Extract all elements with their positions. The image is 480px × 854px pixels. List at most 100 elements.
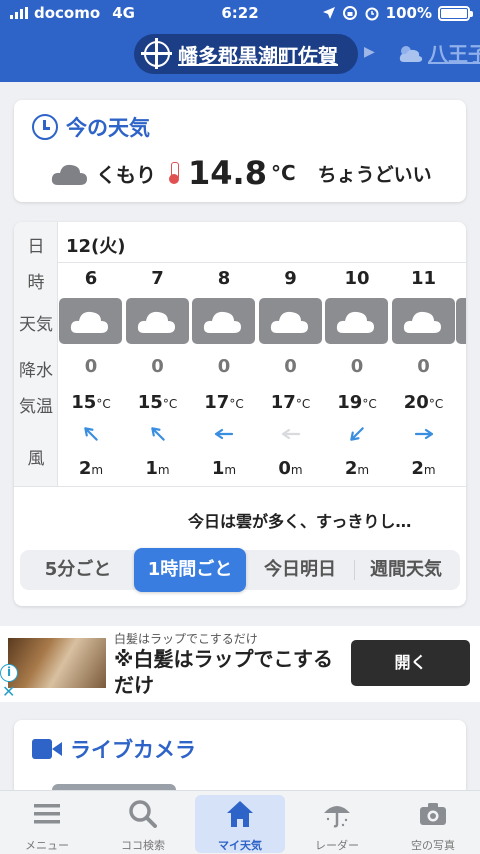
hour-label: 7 xyxy=(151,268,164,289)
hour-label: 6 xyxy=(84,268,98,289)
cloud-icon xyxy=(403,311,441,333)
tab-hourly[interactable]: 1時間ごと xyxy=(134,548,246,592)
hour-column: 10 0 19°C 2m xyxy=(324,222,390,486)
ad-headline[interactable]: ※白髪はラップでこするだけ xyxy=(114,646,334,698)
ad-close-icon[interactable]: ✕ xyxy=(2,682,15,701)
wind-unit: m xyxy=(224,463,237,477)
wind-unit: m xyxy=(290,463,303,477)
precip-value: 0 xyxy=(151,356,164,377)
cloud-icon xyxy=(336,311,374,333)
wind-unit: m xyxy=(357,463,370,477)
ad-image[interactable] xyxy=(8,638,106,688)
wind-unit: m xyxy=(91,463,104,477)
precip-value: 0 xyxy=(284,356,297,377)
tab-label: メニュー xyxy=(25,839,69,852)
cloud-icon xyxy=(70,311,108,333)
wind-direction-icon xyxy=(414,428,433,440)
wind-unit: m xyxy=(157,463,170,477)
location-name: 幡多郡黒潮町佐賀 xyxy=(178,43,338,68)
hour-column: 7 0 15°C 1m xyxy=(125,222,191,486)
radar-umbrella-icon xyxy=(324,806,350,828)
temp-number: 17 xyxy=(270,392,296,413)
temp-unit: °C xyxy=(295,397,311,411)
ad-open-button[interactable]: 開く xyxy=(351,640,470,686)
app-header: docomo 4G 6:22 100% 幡多郡黒潮町佐賀 ▶ 八王子 xyxy=(0,0,480,82)
wind-value: 2m xyxy=(58,458,124,479)
video-camera-icon xyxy=(32,739,62,759)
wind-value: 2m xyxy=(324,458,390,479)
tab-label: ココ検索 xyxy=(121,839,165,852)
temp-unit: °C xyxy=(428,397,444,411)
hour-label: 9 xyxy=(284,268,297,289)
temp-value: 15°C xyxy=(58,392,124,413)
hour-column: 8 0 17°C 1m xyxy=(191,222,257,486)
temp-value: 19°C xyxy=(324,392,390,413)
temp-unit: °C xyxy=(362,397,377,411)
battery-icon xyxy=(438,5,473,21)
tab-sky-photos[interactable]: 空の写真 xyxy=(388,791,478,854)
wind-direction-icon xyxy=(150,427,165,441)
tab-my-weather[interactable]: マイ天気 xyxy=(195,795,285,853)
wind-value: 1m xyxy=(125,458,191,479)
rotation-lock-icon xyxy=(342,6,357,20)
wind-direction-icon xyxy=(214,428,234,440)
clock-icon xyxy=(32,114,58,140)
tab-5min[interactable]: 5分ごと xyxy=(26,550,130,590)
camera-icon xyxy=(420,803,446,825)
current-condition: くもり xyxy=(96,162,156,187)
hour-column: 11 0 20°C 2m xyxy=(391,222,457,486)
cloudy-tile xyxy=(125,298,189,344)
tab-label: レーダー xyxy=(315,839,359,852)
wind-number: 2 xyxy=(344,458,358,479)
current-location-button[interactable]: 幡多郡黒潮町佐賀 xyxy=(134,34,358,74)
alarm-icon xyxy=(365,7,379,21)
battery-percent: 100% xyxy=(385,4,432,22)
tab-radar[interactable]: レーダー xyxy=(292,791,382,854)
ad-info-icon[interactable]: i xyxy=(0,664,18,682)
tab-weekly[interactable]: 週間天気 xyxy=(356,550,456,590)
forecast-comment[interactable]: 今日は雲が多く、すっきりし… xyxy=(188,508,411,532)
precip-value: 0 xyxy=(217,356,231,377)
hour-label: 10 xyxy=(344,268,370,289)
hourly-forecast-card: 日 時 天気 降水 気温 風 12(火) 6 0 15°C 2m 7 0 15°C 1m 8 0 1… xyxy=(14,222,466,606)
label-hour: 時 xyxy=(27,273,45,293)
temp-unit: °C xyxy=(162,397,178,411)
divider xyxy=(354,560,355,580)
cloud-icon xyxy=(51,164,87,185)
tab-today-tomorrow[interactable]: 今日明日 xyxy=(250,550,350,590)
forecast-mode-tabs: 5分ごと 1時間ごと 今日明日 週間天気 xyxy=(20,548,460,592)
cloudy-tile xyxy=(325,298,388,344)
chevron-right-icon[interactable]: ▶ xyxy=(364,44,375,60)
cloud-icon xyxy=(270,311,308,333)
cloudy-tile xyxy=(59,298,122,344)
bottom-tab-bar: メニュー ココ検索 マイ天気 レーダー 空の写真 xyxy=(0,790,480,854)
crosshair-icon xyxy=(141,38,172,69)
wind-number: 2 xyxy=(411,458,424,479)
hour-label: 8 xyxy=(217,268,231,289)
hour-column: 9 0 17°C 0m xyxy=(258,222,324,486)
cloudy-tile xyxy=(192,298,255,344)
temp-unit: °C xyxy=(229,397,244,411)
wind-unit: m xyxy=(423,463,436,477)
label-day: 日 xyxy=(27,237,45,257)
wind-number: 1 xyxy=(145,458,158,479)
wind-direction-icon xyxy=(84,427,98,441)
cloud-icon xyxy=(203,311,241,333)
temp-number: 15 xyxy=(137,392,163,413)
divider xyxy=(14,486,466,487)
weather-tile-partial xyxy=(456,298,466,344)
current-temperature: 14.8 xyxy=(188,154,267,192)
wind-value: 2m xyxy=(391,458,457,479)
tab-menu[interactable]: メニュー xyxy=(2,791,92,854)
cloudy-tile xyxy=(258,298,322,344)
ad-advertiser: 白髪はラップでこするだけ xyxy=(114,632,258,646)
ad-banner[interactable]: i ✕ 白髪はラップでこするだけ ※白髪はラップでこするだけ 開く xyxy=(0,626,480,702)
temp-value: 20°C xyxy=(391,392,457,413)
current-weather-card[interactable]: 今の天気 くもり 14.8 °C ちょうどいい xyxy=(14,100,466,202)
status-bar: docomo 4G 6:22 100% xyxy=(0,0,480,26)
partly-cloudy-icon xyxy=(399,45,423,62)
tab-search[interactable]: ココ検索 xyxy=(98,791,188,854)
cloud-icon xyxy=(137,311,175,333)
temperature-unit: °C xyxy=(270,161,296,185)
next-location-link[interactable]: 八王子 xyxy=(396,38,480,67)
